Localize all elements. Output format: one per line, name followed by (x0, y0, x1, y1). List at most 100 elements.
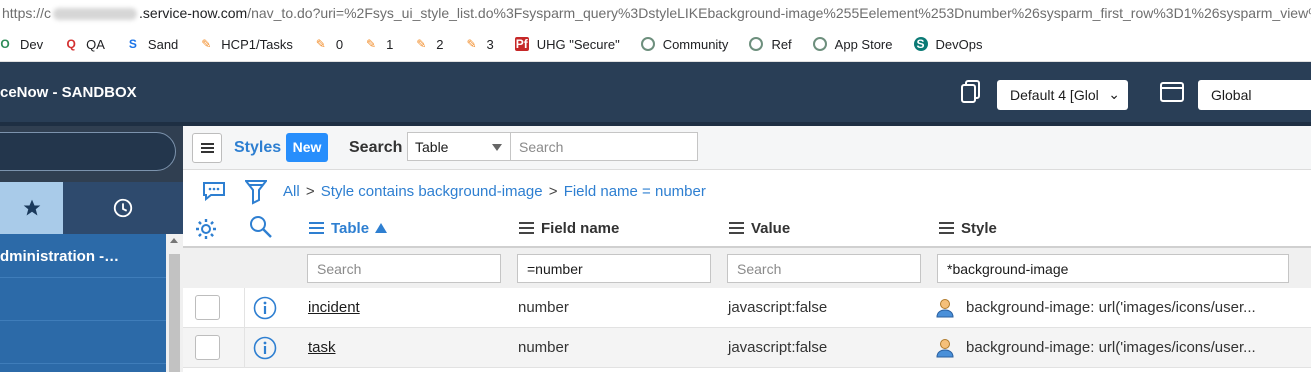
table-search-input[interactable]: Search (307, 254, 501, 283)
bookmark-label: 2 (436, 36, 444, 52)
list-view: Styles New Search Table Search All > Sty… (183, 126, 1311, 372)
bookmark-1[interactable]: ✎ 1 (364, 37, 393, 52)
gear-icon[interactable] (194, 217, 218, 241)
filter-funnel-icon[interactable] (245, 179, 267, 205)
row-checkbox[interactable] (195, 295, 220, 320)
address-bar[interactable]: https://c .service-now.com/nav_to.do?uri=… (0, 0, 1311, 27)
list-menu-button[interactable] (192, 133, 222, 163)
bookmark-label: 1 (386, 36, 394, 52)
nav-item[interactable] (0, 321, 166, 364)
app-header: ceNow - SANDBOX Default 4 [Glol ⌄ Global (0, 62, 1311, 122)
breadcrumb-separator: > (305, 183, 315, 200)
cell-field-name: number (518, 299, 569, 316)
servicenow-icon: ✎ (201, 37, 212, 51)
field-name-search-input[interactable]: =number (517, 254, 711, 283)
table-row: task number javascript:false background-… (183, 328, 1311, 368)
bookmark-ref[interactable]: Ref (749, 37, 792, 52)
breadcrumb-all[interactable]: All (283, 183, 300, 200)
value-search-input[interactable]: Search (727, 254, 921, 283)
column-header-value[interactable]: Value (729, 220, 790, 237)
application-icon[interactable] (1160, 82, 1184, 102)
navigator-filter-input[interactable] (0, 132, 176, 171)
column-menu-icon[interactable] (729, 222, 744, 234)
activity-stream-icon[interactable] (202, 181, 226, 201)
nav-item[interactable] (0, 278, 166, 321)
bookmark-hcp1-tasks[interactable]: ✎ HCP1/Tasks (199, 37, 293, 52)
bookmark-sand[interactable]: S Sand (126, 37, 178, 52)
cell-table-link[interactable]: task (308, 339, 336, 356)
servicenow-o-icon: O (0, 37, 10, 51)
scrollbar-thumb[interactable] (169, 254, 180, 372)
user-icon (936, 299, 954, 318)
navigator-module-list: dministration -… (0, 234, 166, 372)
chevron-down-icon: ⌄ (1108, 86, 1120, 102)
bookmark-app-store[interactable]: App Store (812, 37, 893, 52)
bookmark-devops[interactable]: S DevOps (913, 37, 982, 52)
list-toolbar: Styles New Search Table Search (183, 126, 1311, 170)
breadcrumb-field-condition[interactable]: Field name = number (564, 183, 706, 200)
update-set-value: Default 4 [Glol (1010, 87, 1099, 103)
bookmark-dev[interactable]: O Dev (0, 37, 43, 52)
update-set-select[interactable]: Default 4 [Glol ⌄ (997, 80, 1128, 110)
sharepoint-icon: S (913, 37, 928, 51)
update-set-icon[interactable] (960, 80, 982, 104)
bookmark-0[interactable]: ✎ 0 (314, 37, 343, 52)
info-icon[interactable] (253, 296, 277, 320)
column-menu-icon[interactable] (519, 222, 534, 234)
url-prefix: https://c (2, 5, 52, 21)
bookmark-label: 0 (335, 36, 344, 52)
bookmarks-bar: O Dev Q QA S Sand ✎ HCP1/Tasks ✎ 0 ✎ 1 ✎… (0, 27, 1311, 62)
user-icon (936, 339, 954, 358)
table-row: incident number javascript:false backgro… (183, 288, 1311, 328)
bookmark-label: Community (662, 36, 729, 52)
q-icon: Q (66, 37, 76, 51)
search-field-select[interactable]: Table (407, 132, 511, 161)
new-button[interactable]: New (286, 133, 328, 162)
column-menu-icon[interactable] (939, 222, 954, 234)
clock-icon (113, 198, 133, 218)
column-search-row: Search =number Search *background-image (183, 248, 1311, 288)
s-icon: S (128, 37, 137, 51)
bookmark-2[interactable]: ✎ 2 (414, 37, 443, 52)
cell-table-link[interactable]: incident (308, 299, 360, 316)
bookmark-label: Sand (147, 36, 179, 52)
application-scope-select[interactable]: Global (1198, 80, 1311, 110)
star-icon (23, 199, 40, 216)
search-field-value: Table (415, 139, 449, 155)
column-menu-icon[interactable] (309, 222, 324, 234)
url-path: /nav_to.do?uri=%2Fsys_ui_style_list.do%3… (247, 5, 1311, 21)
column-header-style[interactable]: Style (939, 220, 997, 237)
sort-ascending-icon (375, 223, 388, 233)
style-search-input[interactable]: *background-image (937, 254, 1289, 283)
list-title[interactable]: Styles (234, 139, 281, 157)
search-icon[interactable] (249, 215, 273, 239)
bookmark-label: Dev (20, 36, 44, 52)
servicenow-icon: ✎ (366, 37, 377, 51)
divider (244, 328, 245, 368)
tab-history[interactable] (63, 182, 183, 234)
cell-style: background-image: url('images/icons/user… (966, 299, 1256, 316)
column-header-table[interactable]: Table (309, 220, 388, 237)
bookmark-community[interactable]: Community (640, 36, 729, 52)
bookmark-3[interactable]: ✎ 3 (465, 37, 494, 52)
row-checkbox[interactable] (195, 335, 220, 360)
search-input[interactable]: Search (510, 132, 698, 161)
column-label: Value (751, 220, 791, 237)
breadcrumb-separator: > (548, 183, 558, 200)
cell-value: javascript:false (728, 299, 828, 316)
search-label: Search (349, 139, 403, 156)
info-icon[interactable] (253, 336, 277, 360)
nav-item-administration[interactable]: dministration -… (0, 234, 166, 278)
column-header-field-name[interactable]: Field name (519, 220, 619, 237)
pf-icon: Pf (514, 37, 529, 51)
breadcrumb-style-condition[interactable]: Style contains background-image (321, 183, 543, 200)
scroll-up-icon[interactable] (170, 238, 178, 243)
tab-favorites[interactable] (0, 182, 63, 234)
application-scope-value: Global (1211, 87, 1252, 103)
bookmark-qa[interactable]: Q QA (64, 36, 105, 52)
bookmark-label: QA (86, 36, 105, 52)
bookmark-label: HCP1/Tasks (221, 36, 293, 52)
bookmark-uhg-secure[interactable]: Pf UHG "Secure" (514, 37, 620, 52)
navigator-scrollbar[interactable] (166, 234, 183, 372)
redacted-text (53, 8, 138, 21)
